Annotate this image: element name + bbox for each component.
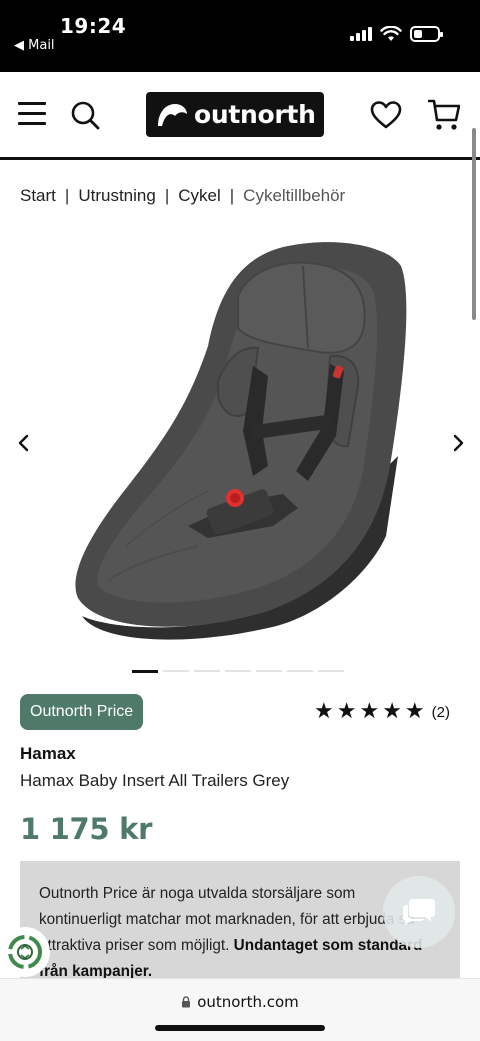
product-gallery[interactable] [0, 230, 480, 660]
chat-icon [402, 899, 435, 925]
star-icon: ★ [313, 699, 334, 724]
site-header: outnorth [0, 72, 480, 160]
lock-icon [182, 996, 191, 1008]
next-image-arrow-icon[interactable] [446, 430, 470, 456]
product-rating[interactable]: ★ ★ ★ ★ ★ (2) [313, 699, 450, 724]
gallery-dot[interactable] [132, 669, 158, 673]
outnorth-logo[interactable]: outnorth [146, 92, 324, 137]
battery-icon [410, 26, 443, 42]
logo-mark-icon [158, 103, 187, 126]
star-icon: ★ [382, 699, 402, 724]
search-icon[interactable] [70, 100, 100, 130]
chat-button[interactable] [383, 876, 455, 948]
gallery-dot[interactable] [163, 670, 189, 672]
breadcrumb-start[interactable]: Start [20, 186, 56, 205]
status-icons [350, 26, 443, 42]
recycle-badge[interactable] [0, 927, 50, 977]
gallery-dot[interactable] [287, 670, 313, 672]
status-time: 19:24 [60, 14, 127, 38]
status-bar: 19:24 ◀ Mail [0, 0, 480, 72]
cart-icon[interactable] [428, 98, 460, 132]
product-brand[interactable]: Hamax [20, 744, 76, 764]
breadcrumb-utrustning[interactable]: Utrustning [78, 186, 155, 205]
gallery-dot[interactable] [318, 670, 344, 672]
home-indicator [155, 1025, 325, 1031]
star-icon: ★ [404, 699, 425, 724]
recycle-icon [8, 935, 42, 969]
menu-icon[interactable] [18, 102, 48, 126]
rating-count: (2) [431, 703, 450, 721]
product-name: Hamax Baby Insert All Trailers Grey [20, 771, 290, 790]
browser-bottom-bar: outnorth.com [0, 978, 480, 1041]
previous-image-arrow-icon[interactable] [12, 430, 36, 456]
breadcrumb-separator: | [229, 186, 235, 205]
logo-text: outnorth [194, 100, 316, 129]
cellular-signal-icon [350, 27, 372, 41]
breadcrumb-separator: | [164, 186, 170, 205]
star-icon: ★ [359, 699, 380, 724]
back-to-mail-link[interactable]: ◀ Mail [14, 38, 55, 53]
breadcrumb-separator: | [64, 186, 70, 205]
address-bar[interactable]: outnorth.com [0, 993, 480, 1011]
heart-icon[interactable] [370, 100, 402, 130]
url-text: outnorth.com [197, 993, 299, 1011]
gallery-pagination [132, 669, 344, 673]
gallery-dot[interactable] [256, 670, 282, 672]
breadcrumb-current: Cykeltillbehör [243, 186, 346, 205]
gallery-dot[interactable] [194, 670, 220, 672]
product-image-baby-insert [75, 242, 407, 640]
wifi-icon [380, 26, 402, 41]
outnorth-price-badge: Outnorth Price [20, 694, 144, 730]
breadcrumb-cykel[interactable]: Cykel [178, 186, 221, 205]
battery-level [414, 30, 422, 38]
product-price: 1 175 kr [20, 812, 153, 846]
breadcrumb: Start | Utrustning | Cykel | Cykeltillbehör [20, 186, 345, 206]
gallery-dot[interactable] [225, 670, 251, 672]
star-icon: ★ [336, 699, 357, 724]
